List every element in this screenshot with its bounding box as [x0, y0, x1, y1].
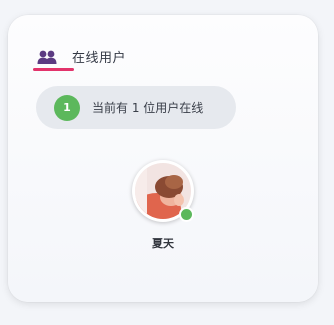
online-count-badge: 1 — [54, 95, 80, 121]
user-item[interactable]: 夏天 — [128, 160, 198, 256]
users-icon — [37, 49, 57, 64]
online-status-dot — [179, 207, 194, 222]
panel-title: 在线用户 — [72, 51, 127, 66]
user-name: 夏天 — [152, 237, 174, 250]
online-status-text: 当前有 1 位用户在线 — [92, 101, 204, 115]
panel-header: 在线用户 — [30, 44, 230, 74]
online-status-pill: 1 当前有 1 位用户在线 — [36, 86, 236, 129]
header-underline — [33, 68, 74, 71]
